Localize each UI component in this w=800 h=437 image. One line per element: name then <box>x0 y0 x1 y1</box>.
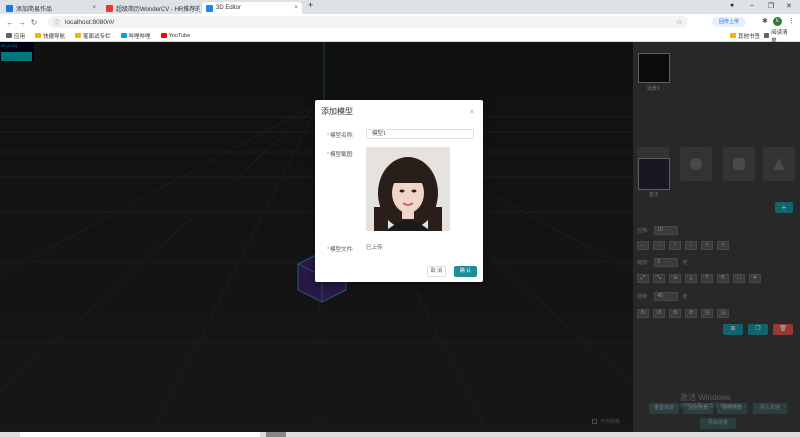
portrait-photo <box>366 147 450 231</box>
browser-tabstrip: 添加简易作品 × 超级简历WonderCV - HR推荐的 × 3D Edito… <box>0 0 800 14</box>
sync-upload-badge[interactable]: 回传上传 <box>712 17 746 27</box>
apps-icon <box>6 33 12 38</box>
minimize-button[interactable]: – <box>750 2 754 9</box>
tab-3d-editor[interactable]: 3D Editor × <box>202 2 302 14</box>
model-name-input[interactable]: 模型1 <box>366 129 474 139</box>
required-mark: * <box>327 247 330 253</box>
bookmark-label: 快捷导航 <box>43 33 66 40</box>
cover-label-text: 模型截图: <box>330 152 354 158</box>
file-label: *模型文件: <box>327 245 354 253</box>
close-icon[interactable]: × <box>470 109 474 116</box>
tab-label: 3D Editor <box>216 5 242 11</box>
avatar[interactable]: k <box>773 17 782 26</box>
close-window-button[interactable]: ✕ <box>786 2 792 10</box>
bookmarks-bar: 应用 快捷导航 笔面试专栏 哔哩哔哩 YouTube 其他书签 阅读清单 <box>0 30 800 44</box>
bookmark-bilibili[interactable]: 哔哩哔哩 <box>120 32 151 40</box>
file-status: 已上传 <box>366 245 383 251</box>
os-taskbar <box>0 432 800 437</box>
bookmark-other[interactable]: 其他书签 <box>730 32 760 40</box>
taskbar-app[interactable] <box>20 432 260 437</box>
tab-wondercv[interactable]: 超级简历WonderCV - HR推荐的 × <box>102 2 200 14</box>
tab-close-icon[interactable]: × <box>92 5 96 11</box>
bookmark-label: 哔哩哔哩 <box>128 33 151 40</box>
required-mark: * <box>327 152 330 158</box>
url-text: localhost:8080/#/ <box>65 18 115 26</box>
bookmark-interview[interactable]: 笔面试专栏 <box>75 32 111 40</box>
bookmark-quick-nav[interactable]: 快捷导航 <box>35 32 65 40</box>
folder-icon <box>35 33 42 38</box>
address-bar: ← → ↻ ⓘ localhost:8080/#/ ☆ 回传上传 ✱ k ⋮ <box>0 14 800 30</box>
tab-label: 添加简易作品 <box>16 6 53 13</box>
dialog-title: 添加模型 <box>321 107 353 116</box>
bookmark-star-icon[interactable]: ☆ <box>676 18 682 26</box>
bookmark-label: YouTube <box>168 32 191 39</box>
bookmark-label: 笔面试专栏 <box>83 33 111 40</box>
folder-icon <box>730 33 736 38</box>
reload-icon[interactable]: ↻ <box>28 18 40 27</box>
model-screenshot-image[interactable] <box>366 147 450 231</box>
name-label-text: 模型名称: <box>330 133 354 139</box>
reading-list-icon <box>764 33 770 38</box>
tab-favicon <box>6 4 13 12</box>
tab-add-work[interactable]: 添加简易作品 × <box>2 2 100 14</box>
sidebar-overlay <box>633 42 800 437</box>
taskbar-app[interactable] <box>266 432 286 437</box>
tab-close-icon[interactable]: × <box>294 5 298 11</box>
youtube-icon <box>160 33 167 38</box>
url-input[interactable]: ⓘ localhost:8080/#/ ☆ <box>48 16 688 28</box>
file-label-text: 模型文件: <box>330 247 354 253</box>
maximize-button[interactable]: ❐ <box>768 2 774 10</box>
forward-icon[interactable]: → <box>16 18 28 27</box>
name-label: *模型名称: <box>327 131 354 139</box>
menu-icon[interactable]: ⋮ <box>788 17 795 25</box>
add-model-dialog: 添加模型 × *模型名称: 模型1 *模型截图: *模型文件: 已上传 取 消 … <box>315 100 483 282</box>
tab-label: 超级简历WonderCV - HR推荐的 <box>116 6 200 13</box>
extensions-icon[interactable]: ✱ <box>762 17 768 25</box>
confirm-button[interactable]: 确 认 <box>454 266 477 277</box>
bookmark-label: 其他书签 <box>738 33 761 40</box>
cancel-button[interactable]: 取 消 <box>427 266 446 277</box>
tab-favicon <box>206 4 213 12</box>
back-icon[interactable]: ← <box>4 18 16 27</box>
required-mark: * <box>327 133 330 139</box>
bilibili-icon <box>120 33 127 38</box>
bookmark-youtube[interactable]: YouTube <box>160 32 191 39</box>
folder-icon <box>75 33 82 38</box>
profile-dot-icon[interactable]: ● <box>730 2 734 9</box>
bookmark-label: 应用 <box>14 33 26 40</box>
site-info-icon[interactable]: ⓘ <box>54 18 60 27</box>
tab-favicon <box>106 4 113 12</box>
new-tab-button[interactable]: + <box>308 0 313 10</box>
bookmark-apps[interactable]: 应用 <box>6 32 25 40</box>
cover-label: *模型截图: <box>327 150 354 158</box>
